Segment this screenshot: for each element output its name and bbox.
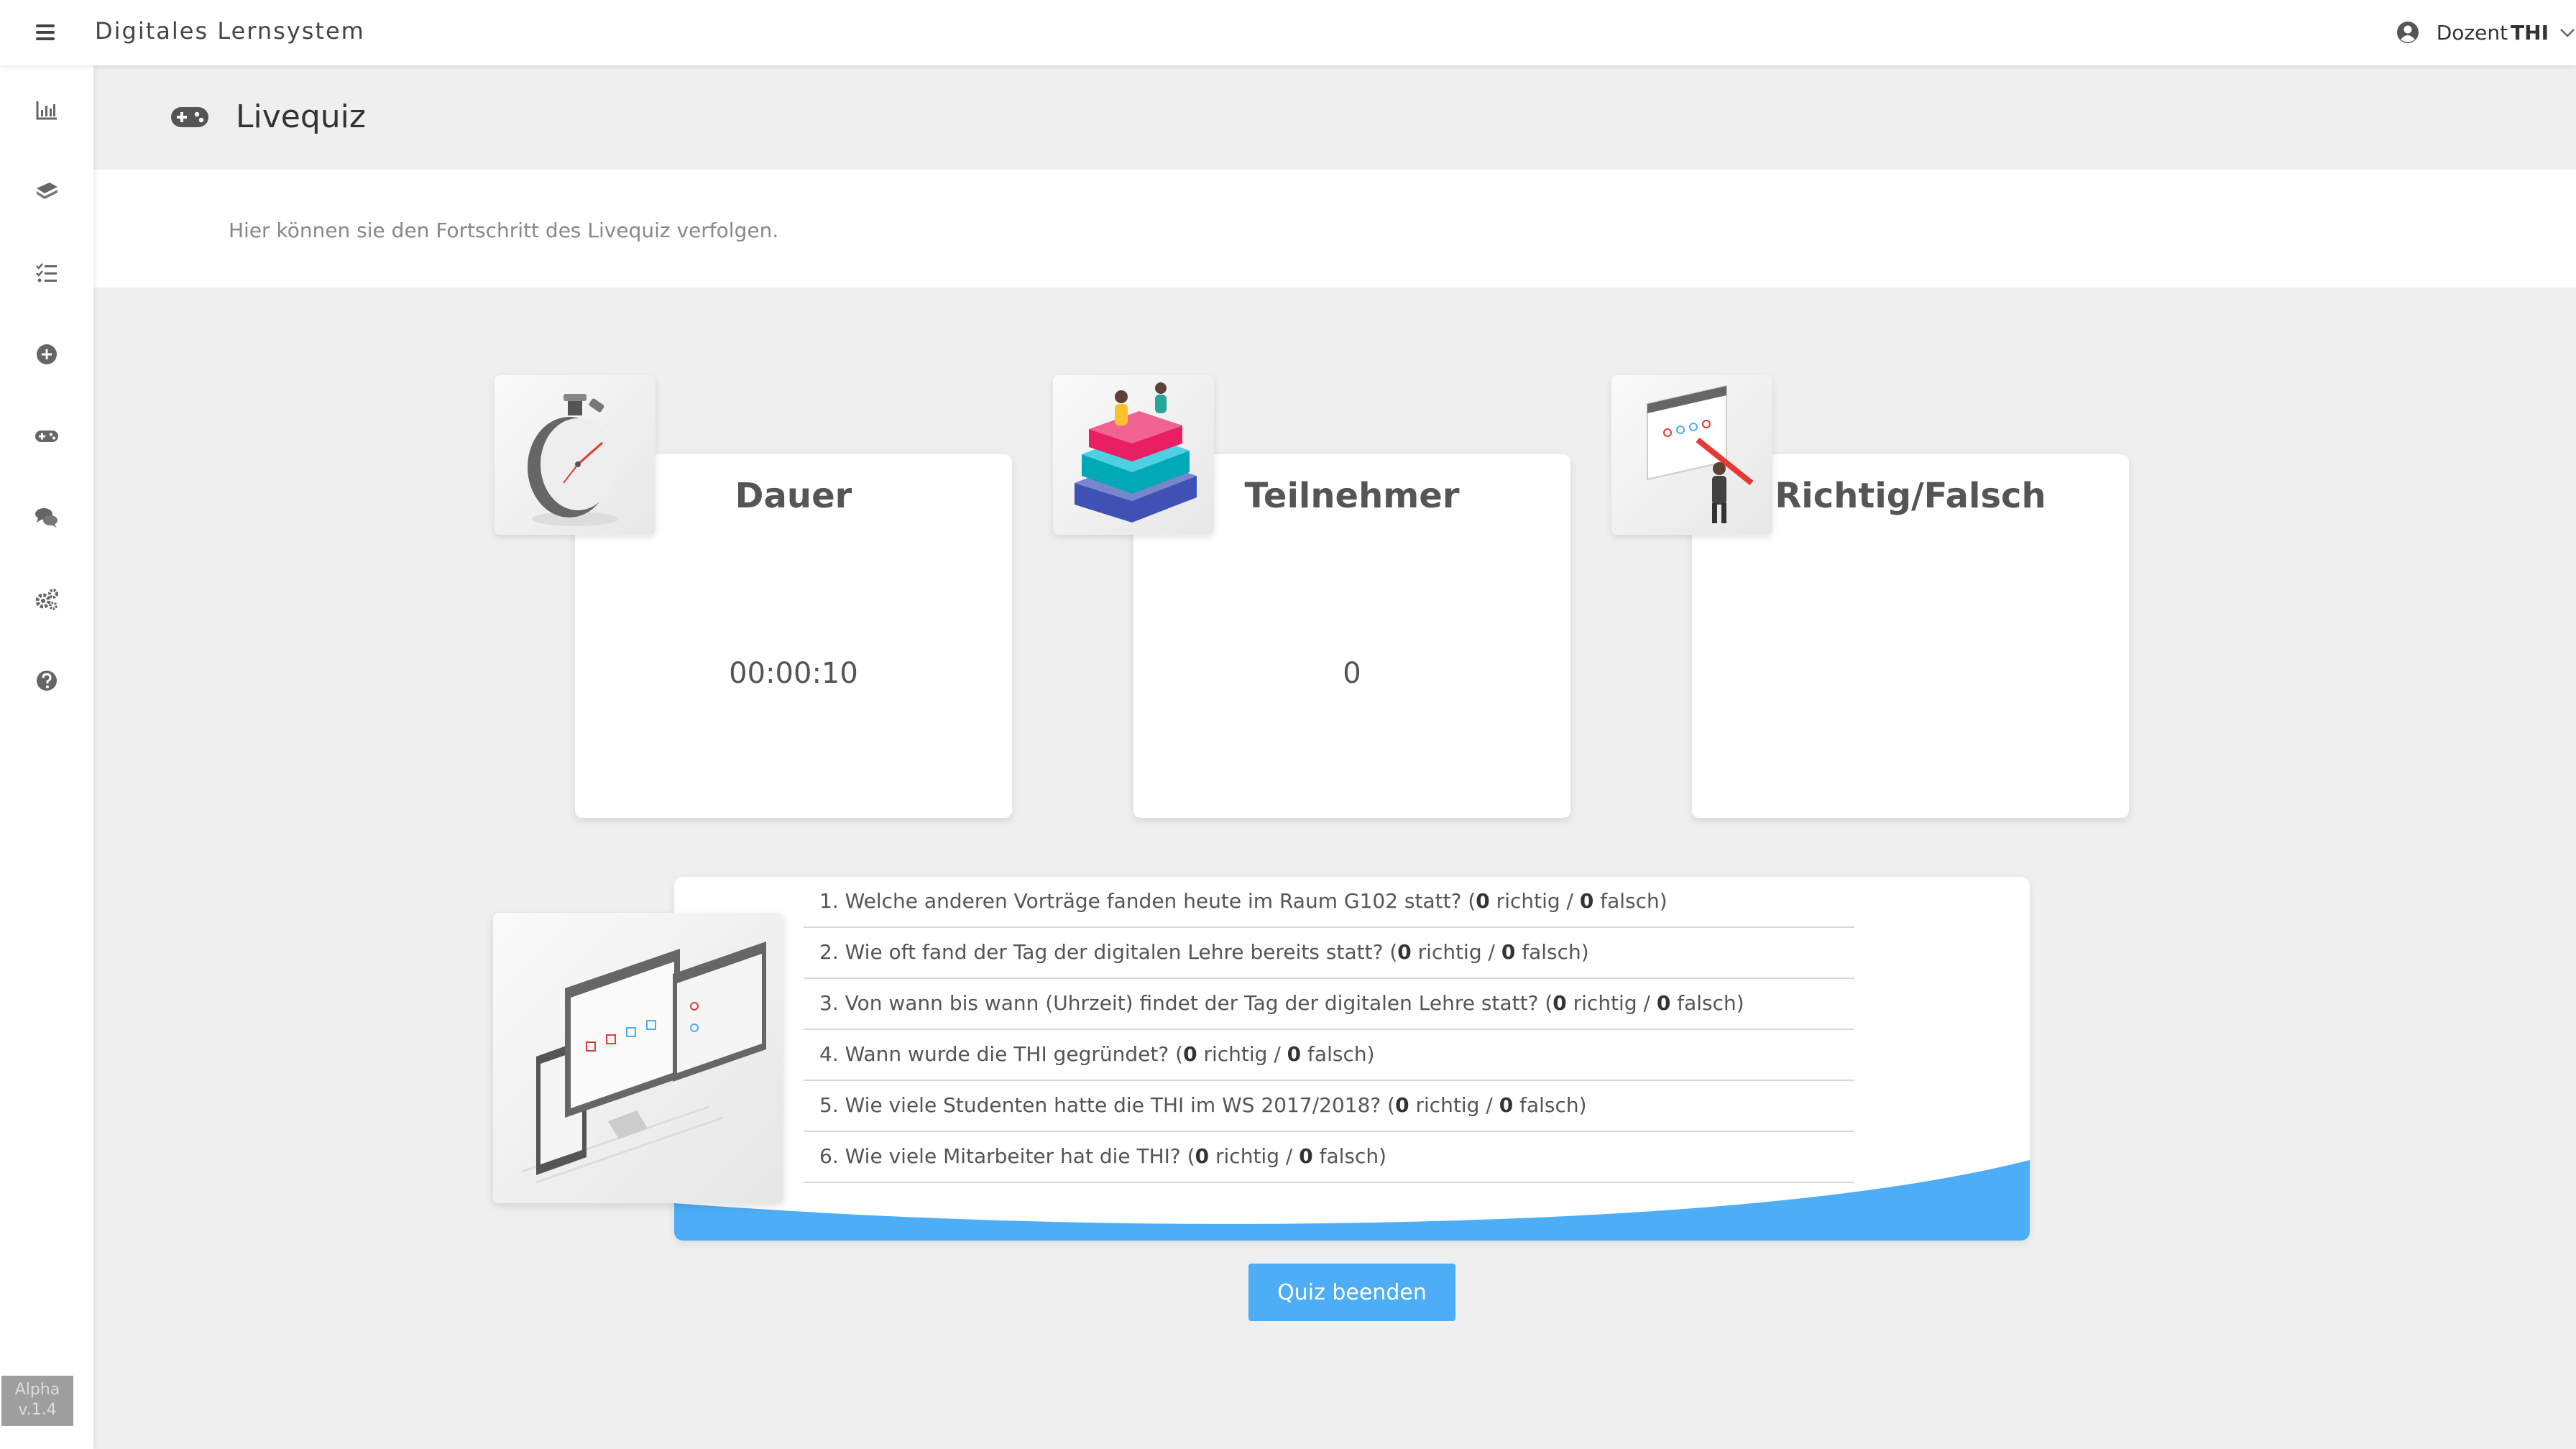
question-item: 2. Wie oft fand der Tag der digitalen Le…: [804, 928, 1854, 979]
sidebar-item-livequiz[interactable]: [29, 418, 65, 454]
questions-panel: 1. Welche anderen Vorträge fanden heute …: [674, 877, 2030, 1241]
page-title: Livequiz: [236, 98, 366, 135]
version-number: v.1.4: [18, 1401, 57, 1419]
sidebar-item-tasks[interactable]: [29, 255, 65, 291]
chat-icon: [35, 508, 58, 528]
sidebar: Alpha v.1.4: [0, 65, 93, 1449]
top-bar: Digitales Lernsystem Dozent THI: [0, 0, 2576, 65]
app-title: Digitales Lernsystem: [95, 17, 365, 45]
gamepad-icon: [171, 107, 208, 127]
version-stage: Alpha: [14, 1381, 60, 1399]
duration-value: 00:00:10: [729, 657, 858, 690]
end-quiz-button[interactable]: Quiz beenden: [1248, 1264, 1455, 1321]
sidebar-item-help[interactable]: [29, 663, 65, 699]
sidebar-item-add[interactable]: [29, 336, 65, 372]
help-icon: [37, 671, 57, 691]
chevron-down-icon[interactable]: [2559, 24, 2576, 41]
question-item: 4. Wann wurde die THI gegründet? (0 rich…: [804, 1030, 1854, 1081]
question-item: 1. Welche anderen Vorträge fanden heute …: [804, 877, 1854, 928]
user-menu[interactable]: Dozent THI: [2396, 16, 2576, 49]
intro-section: Hier können sie den Fortschritt des Live…: [93, 170, 2576, 288]
hamburger-menu-icon[interactable]: [33, 20, 58, 45]
user-circle-icon: [2396, 22, 2419, 43]
bar-chart-icon: [36, 101, 57, 120]
version-badge: Alpha v.1.4: [1, 1376, 73, 1426]
books-illustration-icon: [1053, 375, 1214, 535]
sidebar-item-statistics[interactable]: [29, 92, 65, 128]
sidebar-item-chat[interactable]: [29, 500, 65, 535]
checklist-icon: [36, 263, 57, 282]
intro-text: Hier können sie den Fortschritt des Live…: [229, 218, 779, 242]
quiz-screens-illustration-icon: [493, 913, 783, 1203]
question-list: 1. Welche anderen Vorträge fanden heute …: [804, 877, 1854, 1183]
question-item: 5. Wie viele Studenten hatte die THI im …: [804, 1081, 1854, 1132]
question-item: 3. Von wann bis wann (Uhrzeit) findet de…: [804, 979, 1854, 1030]
layers-icon: [37, 183, 58, 199]
participants-value: 0: [1343, 657, 1361, 690]
gears-icon: [35, 589, 58, 610]
quiz-board-illustration-icon: [1611, 375, 1772, 535]
user-name: THI: [2511, 20, 2549, 45]
stopwatch-illustration-icon: [494, 375, 656, 535]
sidebar-item-modules[interactable]: [29, 173, 65, 209]
plus-circle-icon: [37, 344, 57, 364]
user-role: Dozent: [2436, 20, 2508, 45]
question-item: 6. Wie viele Mitarbeiter hat die THI? (0…: [804, 1132, 1854, 1183]
page-header: Livequiz: [93, 65, 2576, 170]
sidebar-item-settings[interactable]: [29, 581, 65, 617]
gamepad-icon: [35, 431, 58, 442]
